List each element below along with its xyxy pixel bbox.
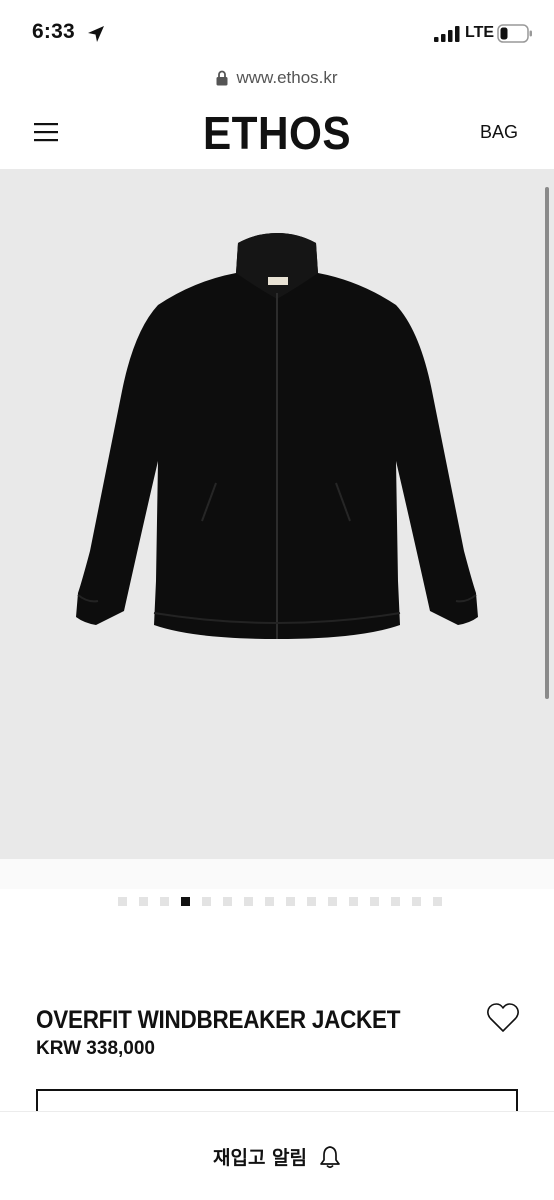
pagination-dot[interactable] xyxy=(286,897,295,906)
thumbnail-strip[interactable] xyxy=(0,859,554,889)
pagination-dot[interactable] xyxy=(412,897,421,906)
lock-icon xyxy=(216,70,228,86)
heart-icon[interactable] xyxy=(486,1002,520,1034)
status-bar: 6:33 LTE xyxy=(0,0,554,62)
pagination-dot[interactable] xyxy=(328,897,337,906)
image-pagination[interactable] xyxy=(0,897,554,906)
location-arrow-icon xyxy=(88,26,104,42)
pagination-dot[interactable] xyxy=(244,897,253,906)
status-time: 6:33 xyxy=(32,20,75,43)
network-type: LTE xyxy=(465,24,495,41)
pagination-dot[interactable] xyxy=(349,897,358,906)
pagination-dot[interactable] xyxy=(391,897,400,906)
pagination-dot[interactable] xyxy=(181,897,190,906)
brand-logo[interactable]: ETHOS xyxy=(22,106,532,160)
site-header: ETHOS BAG xyxy=(0,100,554,168)
product-name: OVERFIT WINDBREAKER JACKET xyxy=(36,1006,401,1034)
bottom-bar: 재입고 알림 xyxy=(0,1111,554,1200)
pagination-dot[interactable] xyxy=(223,897,232,906)
url-text: www.ethos.kr xyxy=(236,68,338,87)
bell-icon xyxy=(320,1145,340,1168)
signal-bars-icon xyxy=(434,26,460,42)
pagination-dot[interactable] xyxy=(202,897,211,906)
restock-label: 재입고 알림 xyxy=(212,1147,307,1169)
pagination-dot[interactable] xyxy=(307,897,316,906)
url-bar[interactable]: www.ethos.kr xyxy=(0,68,554,92)
jacket-photo xyxy=(76,233,478,639)
pagination-dot[interactable] xyxy=(265,897,274,906)
product-image[interactable] xyxy=(0,169,554,859)
scrollbar[interactable] xyxy=(545,187,549,699)
battery-icon xyxy=(497,24,532,43)
pagination-dot[interactable] xyxy=(433,897,442,906)
pagination-dot[interactable] xyxy=(370,897,379,906)
pagination-dot[interactable] xyxy=(139,897,148,906)
product-price: KRW 338,000 xyxy=(36,1038,155,1059)
bag-link[interactable]: BAG xyxy=(480,122,518,143)
pagination-dot[interactable] xyxy=(160,897,169,906)
pagination-dot[interactable] xyxy=(118,897,127,906)
restock-alert-button[interactable]: 재입고 알림 xyxy=(0,1112,554,1200)
